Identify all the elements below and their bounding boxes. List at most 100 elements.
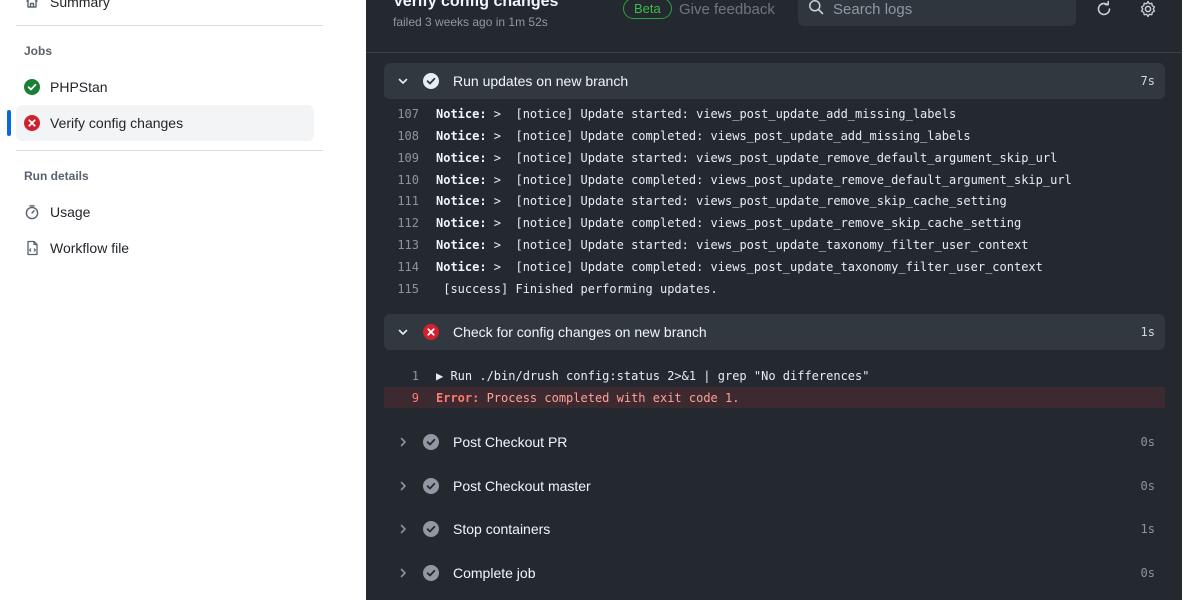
- sidebar-item-label: Workflow file: [50, 240, 130, 256]
- step-duration: 1s: [1140, 325, 1155, 339]
- line-number[interactable]: 108: [384, 129, 436, 143]
- sidebar-divider: [16, 25, 323, 26]
- log-line: 1 ▶ Run ./bin/drush config:status 2>&1 | …: [384, 365, 1165, 386]
- chevron-right-icon: [396, 480, 410, 492]
- log-label: Notice:: [436, 215, 487, 230]
- log-label: Notice:: [436, 172, 487, 187]
- sidebar-item-label: Summary: [50, 0, 110, 10]
- line-number[interactable]: 9: [384, 391, 436, 405]
- log-text: > [notice] Update completed: views_post_…: [486, 172, 1072, 187]
- step-name: Post Checkout master: [453, 478, 591, 494]
- step-name: Complete job: [453, 565, 536, 581]
- active-indicator: [7, 110, 11, 136]
- log-text: > [notice] Update started: views_post_up…: [486, 237, 1029, 252]
- log-text: [success] Finished performing updates.: [436, 281, 718, 296]
- step-name: Post Checkout PR: [453, 434, 568, 450]
- search-input[interactable]: [833, 0, 1063, 18]
- log-line: 112 Notice: > [notice] Update completed: …: [384, 212, 1165, 233]
- chevron-down-icon: [396, 326, 410, 338]
- step-name: Run updates on new branch: [453, 73, 629, 89]
- check-circle-icon: [24, 79, 40, 95]
- give-feedback-link[interactable]: Give feedback: [679, 1, 775, 18]
- line-number[interactable]: 111: [384, 194, 436, 208]
- line-number[interactable]: 109: [384, 151, 436, 165]
- step-name: Stop containers: [453, 521, 551, 537]
- run-details-heading: Run details: [24, 169, 89, 183]
- line-number[interactable]: 115: [384, 282, 436, 296]
- log-text: > [notice] Update started: views_post_up…: [486, 106, 957, 121]
- chevron-down-icon: [396, 75, 410, 87]
- jobs-heading: Jobs: [24, 44, 53, 58]
- step-complete-job[interactable]: Complete job 0s: [384, 555, 1165, 591]
- refresh-icon[interactable]: [1095, 0, 1113, 18]
- search-logs[interactable]: [798, 0, 1076, 26]
- log-text[interactable]: ▶ Run ./bin/drush config:status 2>&1 | g…: [436, 369, 869, 383]
- error-log-line: 9 Error: Process completed with exit code…: [384, 387, 1165, 408]
- step-stop-containers[interactable]: Stop containers 1s: [384, 511, 1165, 547]
- log-label: Notice:: [436, 237, 487, 252]
- log-label: Notice:: [436, 128, 487, 143]
- sidebar-divider: [16, 150, 323, 151]
- sidebar: Summary Jobs PHPStan Verify config chang…: [0, 0, 366, 600]
- job-title: Verify config changes: [393, 0, 559, 10]
- log-label: Notice:: [436, 193, 487, 208]
- log-line: 114 Notice: > [notice] Update completed: …: [384, 256, 1165, 277]
- line-number[interactable]: 110: [384, 173, 436, 187]
- check-circle-icon: [423, 73, 439, 89]
- line-number[interactable]: 107: [384, 107, 436, 121]
- log-label: Notice:: [436, 150, 487, 165]
- step-post-checkout-pr[interactable]: Post Checkout PR 0s: [384, 424, 1165, 460]
- home-icon: [24, 0, 40, 10]
- log-text: Process completed with exit code 1.: [479, 390, 740, 405]
- chevron-right-icon: [396, 567, 410, 579]
- log-label: Notice:: [436, 259, 487, 274]
- sidebar-item-label: Verify config changes: [50, 115, 184, 131]
- sidebar-item-workflow-file[interactable]: Workflow file: [16, 230, 314, 266]
- line-number[interactable]: 114: [384, 260, 436, 274]
- chevron-right-icon: [396, 436, 410, 448]
- log-label: Error:: [436, 390, 480, 405]
- sidebar-item-summary[interactable]: Summary: [16, 0, 314, 20]
- log-line: 113 Notice: > [notice] Update started: vi…: [384, 234, 1165, 255]
- log-text: > [notice] Update started: views_post_up…: [486, 150, 1058, 165]
- step-check-config-changes[interactable]: Check for config changes on new branch 1…: [384, 314, 1165, 350]
- sidebar-item-phpstan[interactable]: PHPStan: [16, 69, 314, 105]
- check-circle-icon: [423, 478, 439, 494]
- step-duration: 0s: [1140, 435, 1155, 449]
- check-circle-icon: [423, 434, 439, 450]
- sidebar-item-usage[interactable]: Usage: [16, 194, 314, 230]
- stopwatch-icon: [24, 204, 40, 220]
- log-line: 115 [success] Finished performing update…: [384, 278, 1165, 299]
- step-duration: 1s: [1140, 522, 1155, 536]
- step-post-checkout-master[interactable]: Post Checkout master 0s: [384, 468, 1165, 504]
- log-text: > [notice] Update started: views_post_up…: [486, 193, 1007, 208]
- step-name: Check for config changes on new branch: [453, 324, 707, 340]
- job-subtitle: failed 3 weeks ago in 1m 52s: [393, 15, 548, 29]
- log-line: 109 Notice: > [notice] Update started: vi…: [384, 147, 1165, 168]
- beta-badge: Beta: [623, 0, 672, 19]
- log-panel: Verify config changes failed 3 weeks ago…: [366, 0, 1182, 600]
- log-line: 107 Notice: > [notice] Update started: vi…: [384, 103, 1165, 124]
- step-duration: 7s: [1140, 74, 1155, 88]
- sidebar-item-verify-config-changes[interactable]: Verify config changes: [16, 105, 314, 141]
- step-duration: 0s: [1140, 566, 1155, 580]
- log-label: Notice:: [436, 106, 487, 121]
- check-circle-icon: [423, 521, 439, 537]
- log-text: > [notice] Update completed: views_post_…: [486, 128, 971, 143]
- log-line: 111 Notice: > [notice] Update started: vi…: [384, 190, 1165, 211]
- step-run-updates[interactable]: Run updates on new branch 7s: [384, 63, 1165, 99]
- line-number[interactable]: 1: [384, 369, 436, 383]
- x-circle-icon: [24, 115, 40, 131]
- header-divider: [366, 52, 1182, 53]
- line-number[interactable]: 113: [384, 238, 436, 252]
- search-icon: [808, 0, 824, 20]
- gear-icon[interactable]: [1139, 0, 1157, 18]
- step-duration: 0s: [1140, 479, 1155, 493]
- log-text: > [notice] Update completed: views_post_…: [486, 259, 1043, 274]
- sidebar-item-label: PHPStan: [50, 79, 108, 95]
- line-number[interactable]: 112: [384, 216, 436, 230]
- log-line: 108 Notice: > [notice] Update completed: …: [384, 125, 1165, 146]
- log-text: > [notice] Update completed: views_post_…: [486, 215, 1022, 230]
- log-line: 110 Notice: > [notice] Update completed: …: [384, 169, 1165, 190]
- page-gutter: [1182, 0, 1200, 600]
